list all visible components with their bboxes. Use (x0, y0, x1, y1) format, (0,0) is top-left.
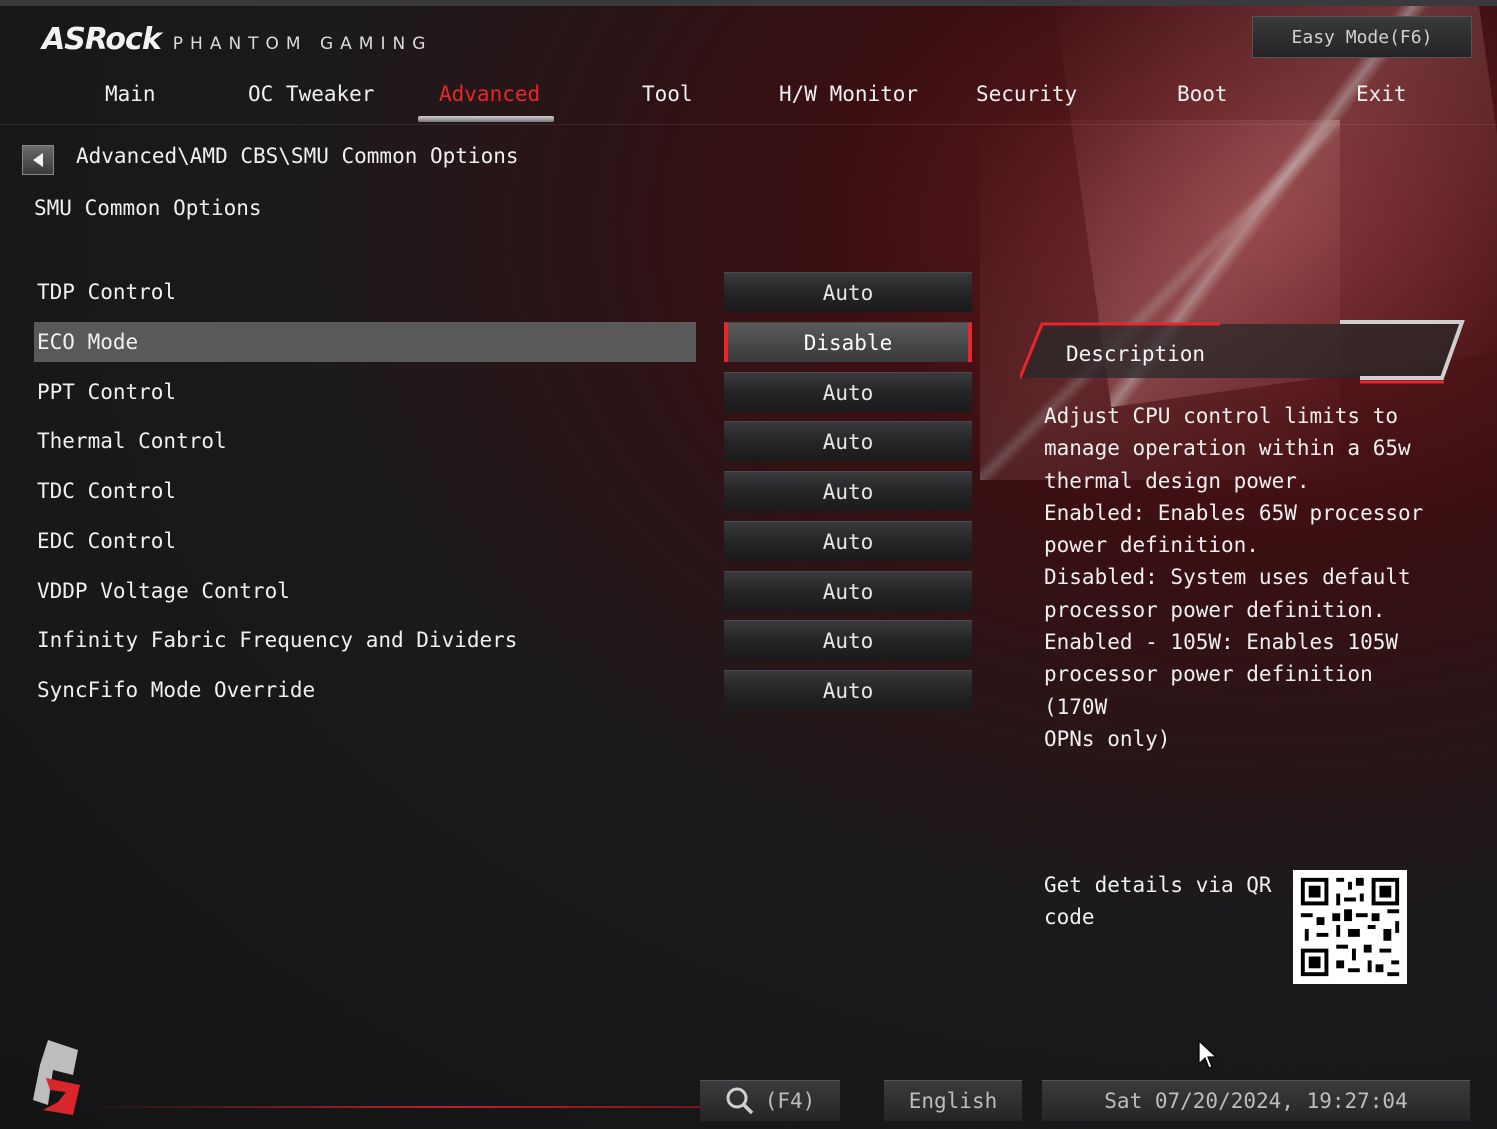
tab-exit[interactable]: Exit (1356, 82, 1407, 106)
setting-value[interactable]: Auto (724, 272, 972, 312)
setting-label[interactable]: EDC Control (34, 521, 696, 561)
active-tab-indicator (418, 116, 554, 122)
brand-name: ASRock (42, 22, 162, 57)
language-button[interactable]: English (884, 1080, 1022, 1121)
back-button[interactable] (22, 145, 54, 175)
description-title: Description (1066, 342, 1206, 366)
setting-label[interactable]: TDP Control (34, 272, 696, 312)
setting-value[interactable]: Auto (724, 372, 972, 412)
setting-value[interactable]: Auto (724, 421, 972, 461)
breadcrumb: Advanced\AMD CBS\SMU Common Options (76, 144, 519, 168)
setting-row-tdp-control: TDP Control Auto (34, 272, 972, 312)
setting-label[interactable]: Infinity Fabric Frequency and Dividers (34, 620, 696, 660)
setting-value[interactable]: Auto (724, 521, 972, 561)
tab-advanced[interactable]: Advanced (439, 82, 540, 106)
tab-main[interactable]: Main (105, 82, 156, 106)
top-edge (0, 0, 1497, 6)
qr-code-icon (1300, 877, 1400, 977)
search-icon (726, 1087, 753, 1115)
tab-boot[interactable]: Boot (1177, 82, 1228, 106)
nav-divider (0, 124, 1497, 125)
description-text: Adjust CPU control limits to manage oper… (1044, 404, 1424, 751)
setting-value[interactable]: Auto (724, 620, 972, 660)
setting-row-ppt-control: PPT Control Auto (34, 372, 972, 412)
setting-label[interactable]: ECO Mode (34, 322, 696, 362)
setting-row-infinity-fabric: Infinity Fabric Frequency and Dividers A… (34, 620, 972, 660)
setting-row-thermal-control: Thermal Control Auto (34, 421, 972, 461)
datetime-display: Sat 07/20/2024, 19:27:04 (1042, 1080, 1470, 1121)
tab-hw-monitor[interactable]: H/W Monitor (779, 82, 918, 106)
setting-value[interactable]: Auto (724, 571, 972, 611)
tab-tool[interactable]: Tool (642, 82, 693, 106)
setting-row-vddp-voltage-control: VDDP Voltage Control Auto (34, 571, 972, 611)
setting-label[interactable]: Thermal Control (34, 421, 696, 461)
setting-label[interactable]: VDDP Voltage Control (34, 571, 696, 611)
setting-row-tdc-control: TDC Control Auto (34, 471, 972, 511)
setting-row-eco-mode: ECO Mode Disable (34, 322, 972, 362)
page-title: SMU Common Options (34, 196, 262, 220)
setting-label[interactable]: PPT Control (34, 372, 696, 412)
setting-row-edc-control: EDC Control Auto (34, 521, 972, 561)
phantom-gaming-logo-icon (33, 1040, 80, 1115)
footer-accent-line (80, 1106, 700, 1108)
setting-value[interactable]: Auto (724, 670, 972, 710)
tab-security[interactable]: Security (976, 82, 1077, 106)
mouse-cursor-icon (1198, 1040, 1218, 1069)
qr-label: Get details via QR code (1044, 873, 1272, 929)
easy-mode-button[interactable]: Easy Mode(F6) (1252, 16, 1472, 58)
brand-logo: ASRock PHANTOM GAMING (42, 22, 432, 57)
setting-value[interactable]: Auto (724, 471, 972, 511)
setting-label[interactable]: TDC Control (34, 471, 696, 511)
brand-subtitle: PHANTOM GAMING (172, 34, 433, 54)
qr-code (1293, 870, 1407, 984)
search-button[interactable]: (F4) (700, 1080, 840, 1121)
setting-value[interactable]: Disable (724, 322, 972, 362)
setting-row-syncfifo-mode: SyncFifo Mode Override Auto (34, 670, 972, 710)
search-shortcut-label: (F4) (764, 1089, 816, 1113)
setting-label[interactable]: SyncFifo Mode Override (34, 670, 696, 710)
back-arrow-icon (33, 153, 43, 167)
tab-oc-tweaker[interactable]: OC Tweaker (248, 82, 374, 106)
main-nav: Main OC Tweaker Advanced Tool H/W Monito… (0, 70, 1497, 122)
